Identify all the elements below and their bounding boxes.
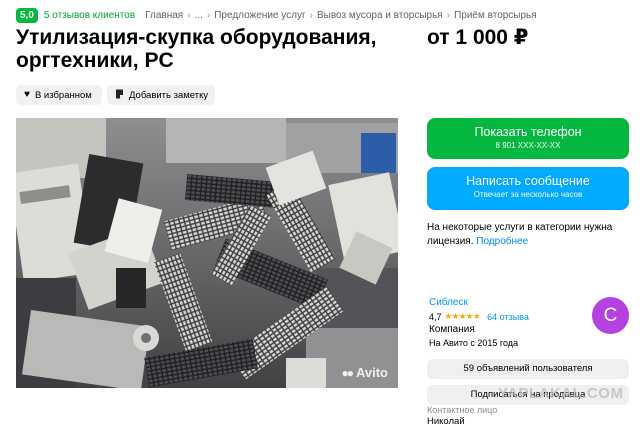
reviews-link[interactable]: 5 отзывов клиентов	[44, 10, 135, 21]
site-watermark: YAPLAKAL.COM	[498, 385, 624, 402]
seller-ads-button[interactable]: 59 объявлений пользователя	[427, 359, 629, 379]
contact-person-name: Николай	[427, 416, 465, 424]
top-bar: 5,0 5 отзывов клиентов Главная ›... › Предл…	[16, 7, 537, 23]
breadcrumb-home[interactable]: Главная	[145, 10, 183, 21]
show-phone-label: Показать телефон	[474, 125, 582, 139]
seller-since: На Авито с 2015 года	[429, 338, 519, 348]
breadcrumb-separator: ›	[309, 9, 313, 21]
rating-stars-icon: ★★★★★	[444, 311, 481, 321]
listing-price: от 1 000 ₽	[427, 26, 529, 49]
response-time: Отвечает за несколько часов	[473, 190, 583, 199]
seller-rating: 4,7 ★★★★★ 64 отзыва	[429, 311, 529, 322]
breadcrumb-recycling[interactable]: Приём вторсырья	[454, 10, 537, 21]
seller-rating-value: 4,7	[429, 311, 442, 322]
photo-image	[16, 118, 398, 388]
license-note: На некоторые услуги в категории нужна ли…	[427, 221, 632, 249]
avito-watermark: ●● Avito	[341, 365, 388, 380]
favorite-button[interactable]: ♥ В избранном	[16, 85, 102, 105]
show-phone-button[interactable]: Показать телефон 8 901 XXX-XX-XX	[427, 118, 629, 159]
seller-type: Компания	[429, 324, 475, 335]
license-more-link[interactable]: Подробнее	[476, 236, 528, 247]
note-icon	[115, 89, 124, 102]
listing-photo[interactable]: ●● Avito	[16, 118, 398, 388]
rating-badge: 5,0	[16, 7, 38, 23]
seller-reviews-link[interactable]: 64 отзыва	[487, 312, 529, 322]
breadcrumb-waste-removal[interactable]: Вывоз мусора и вторсырья	[317, 10, 443, 21]
listing-title: Утилизация-скупка оборудования, оргтехни…	[16, 26, 377, 72]
send-message-label: Написать сообщение	[466, 174, 590, 188]
heart-icon: ♥	[24, 89, 30, 100]
favorite-label: В избранном	[34, 89, 92, 101]
contact-person-label: Контактное лицо	[427, 405, 498, 415]
seller-name[interactable]: Сиблеск	[429, 297, 468, 308]
avito-watermark-text: Avito	[355, 365, 388, 380]
add-note-label: Добавить заметку	[129, 89, 209, 101]
breadcrumb: Главная ›... › Предложение услуг › Вывоз мусо…	[145, 10, 537, 21]
breadcrumb-ellipsis[interactable]: ...	[195, 10, 203, 21]
avatar[interactable]: С	[592, 297, 629, 334]
breadcrumb-separator: ›	[446, 9, 451, 21]
breadcrumb-services[interactable]: Предложение услуг	[214, 10, 305, 21]
breadcrumb-separator: ›	[206, 9, 211, 21]
breadcrumb-separator: ›	[187, 9, 191, 21]
add-note-button[interactable]: Добавить заметку	[107, 85, 215, 105]
phone-number: 8 901 XXX-XX-XX	[495, 141, 561, 150]
avito-logo-icon: ●●	[341, 365, 353, 380]
send-message-button[interactable]: Написать сообщение Отвечает за несколько…	[427, 167, 629, 210]
